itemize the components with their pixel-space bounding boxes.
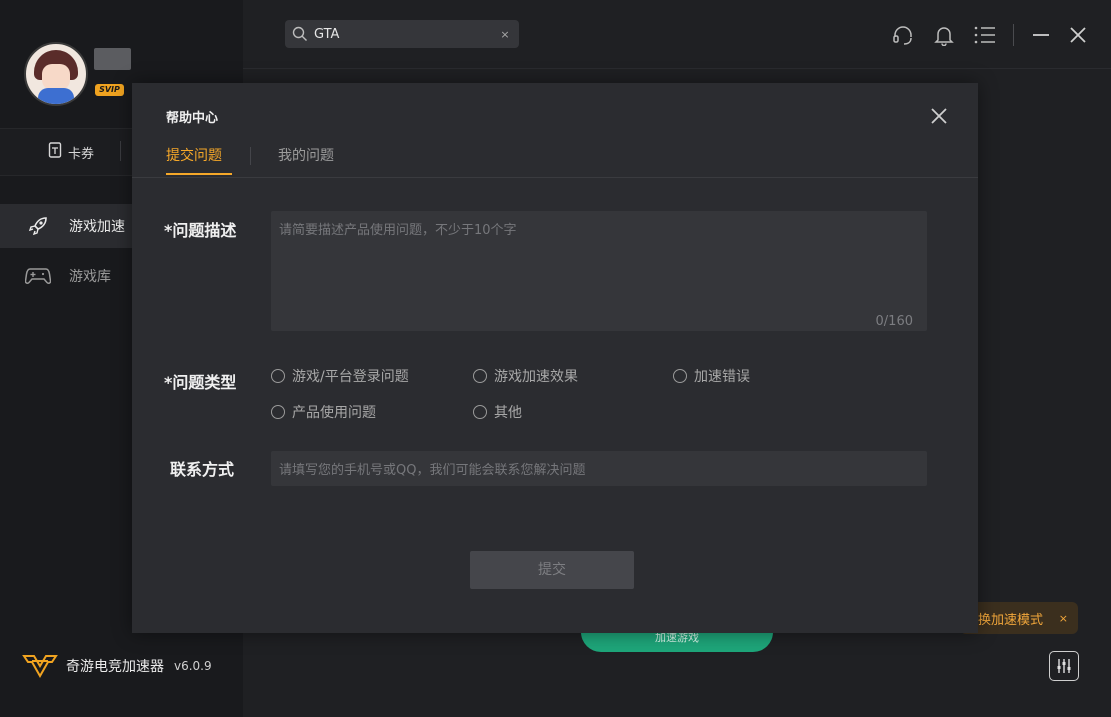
description-placeholder: 请简要描述产品使用问题，不少于10个字 xyxy=(279,223,517,238)
radio-other[interactable]: 其他 xyxy=(473,402,522,422)
headset-icon xyxy=(891,23,915,47)
coupon-divider xyxy=(120,141,121,161)
modal-tabs: 提交问题 我的问题 xyxy=(132,137,978,178)
radio-circle xyxy=(473,369,487,383)
logo-icon xyxy=(22,650,58,682)
rocket-icon xyxy=(25,213,51,239)
avatar[interactable] xyxy=(24,42,88,106)
mode-tip-close-button[interactable]: × xyxy=(1059,612,1068,625)
support-button[interactable] xyxy=(891,22,915,48)
radio-circle xyxy=(673,369,687,383)
nav-label-game-library: 游戏库 xyxy=(69,269,111,285)
search-clear-button[interactable]: × xyxy=(491,28,519,41)
search-box[interactable]: GTA × xyxy=(285,20,519,48)
contact-label: 联系方式 xyxy=(170,460,235,479)
coupon-button[interactable]: 卡券 xyxy=(48,142,94,162)
mode-tip-text: 换加速模式 xyxy=(978,612,1044,628)
submit-button[interactable]: 提交 xyxy=(470,551,634,589)
close-icon xyxy=(931,108,947,124)
modal-close-button[interactable] xyxy=(928,105,950,127)
description-textarea[interactable]: 请简要描述产品使用问题，不少于10个字 0/160 xyxy=(271,211,927,331)
question-type-label: *问题类型 xyxy=(164,373,237,392)
username-redacted xyxy=(94,48,131,70)
tab-active-indicator xyxy=(166,173,232,175)
svip-badge: SVIP xyxy=(95,84,124,96)
tab-my-questions[interactable]: 我的问题 xyxy=(278,145,334,165)
minimize-button[interactable] xyxy=(1029,22,1053,48)
search-icon xyxy=(292,26,308,42)
nav-label-game-boost: 游戏加速 xyxy=(69,219,125,235)
topbar-divider xyxy=(243,68,1111,69)
radio-label: 其他 xyxy=(494,405,522,421)
radio-circle xyxy=(271,405,285,419)
app-logo: 奇游电竞加速器 v6.0.9 xyxy=(22,650,212,682)
contact-placeholder: 请填写您的手机号或QQ，我们可能会联系您解决问题 xyxy=(279,463,586,478)
radio-boost-effect[interactable]: 游戏加速效果 xyxy=(473,366,578,386)
topbar-separator xyxy=(1013,24,1014,46)
radio-circle xyxy=(473,405,487,419)
coupon-label: 卡券 xyxy=(68,146,95,162)
menu-button[interactable] xyxy=(973,22,997,48)
sliders-icon xyxy=(1055,657,1073,675)
description-label: *问题描述 xyxy=(164,221,237,240)
minimize-icon xyxy=(1029,23,1053,47)
window-close-button[interactable] xyxy=(1066,22,1090,48)
radio-circle xyxy=(271,369,285,383)
help-center-modal: 帮助中心 提交问题 我的问题 *问题描述 请简要描述产品使用问题，不少于10个字… xyxy=(132,83,978,633)
gamepad-icon xyxy=(25,263,51,289)
app-name: 奇游电竞加速器 xyxy=(66,659,164,675)
radio-label: 游戏/平台登录问题 xyxy=(292,369,409,385)
radio-login-issue[interactable]: 游戏/平台登录问题 xyxy=(271,366,409,386)
description-counter: 0/160 xyxy=(875,314,913,329)
radio-label: 游戏加速效果 xyxy=(494,369,578,385)
radio-product-usage[interactable]: 产品使用问题 xyxy=(271,402,376,422)
radio-label: 产品使用问题 xyxy=(292,405,376,421)
tab-separator xyxy=(250,147,251,165)
contact-input[interactable]: 请填写您的手机号或QQ，我们可能会联系您解决问题 xyxy=(271,451,927,486)
tab-submit-question[interactable]: 提交问题 xyxy=(166,145,222,165)
coupon-icon xyxy=(48,142,62,162)
close-icon xyxy=(1066,23,1090,47)
search-input[interactable]: GTA xyxy=(314,27,491,42)
boost-mode-button[interactable] xyxy=(1049,651,1079,681)
app-version: v6.0.9 xyxy=(174,659,212,673)
radio-boost-error[interactable]: 加速错误 xyxy=(673,366,750,386)
radio-label: 加速错误 xyxy=(694,369,750,385)
menu-icon xyxy=(973,23,997,47)
notification-button[interactable] xyxy=(932,22,956,48)
bell-icon xyxy=(932,23,956,47)
modal-title: 帮助中心 xyxy=(166,111,219,126)
